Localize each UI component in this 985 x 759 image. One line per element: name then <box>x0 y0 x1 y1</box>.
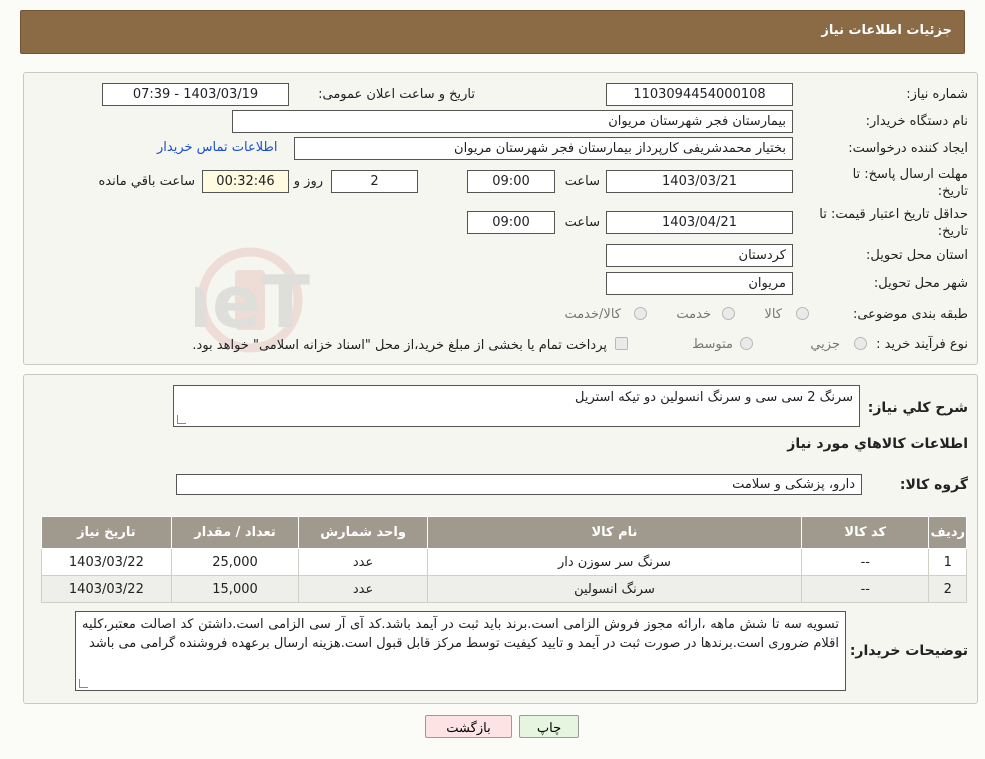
col-row-number: ردیف <box>928 516 967 549</box>
validity-time-label: ساعت <box>564 215 600 230</box>
table-row: 2 -- سرنگ انسولین عدد 15,000 1403/03/22 <box>41 575 967 603</box>
goods-section-title: اطلاعات کالاهاي مورد نیاز <box>787 436 968 452</box>
validity-date-field: 1403/04/21 <box>606 211 793 234</box>
cell-quantity: 25,000 <box>170 548 300 576</box>
cell-row-number: 2 <box>928 575 967 603</box>
category-option-service: خدمت <box>676 307 711 322</box>
cell-item-name: سرنگ سر سوزن دار <box>426 548 803 576</box>
col-quantity: تعداد / مقدار <box>170 516 300 549</box>
col-item-name: نام کالا <box>426 516 803 549</box>
province-field: کردستان <box>606 244 793 267</box>
page-title: جزئیات اطلاعات نیاز <box>821 23 952 38</box>
cell-item-code: -- <box>801 575 930 603</box>
col-unit: واحد شمارش <box>298 516 428 549</box>
deadline-label: مهلت ارسال پاسخ: تا تاریخ: <box>852 167 968 199</box>
buyer-notes-label: توضیحات خریدار: <box>849 643 968 659</box>
remaining-label: ساعت باقي مانده <box>98 174 195 189</box>
buyer-notes-text: تسویه سه تا شش ماهه ،ارائه مجوز فروش الز… <box>82 617 839 651</box>
buyer-notes-field[interactable]: تسویه سه تا شش ماهه ،ارائه مجوز فروش الز… <box>75 611 846 691</box>
process-note: پرداخت تمام یا بخشی از مبلغ خرید،از محل … <box>192 338 607 353</box>
col-item-code: کد کالا <box>801 516 930 549</box>
resize-handle-icon[interactable] <box>177 415 186 424</box>
buyer-org-field: بیمارستان فجر شهرستان مریوان <box>232 110 793 133</box>
process-option-medium: متوسط <box>692 337 733 352</box>
need-number-field: 1103094454000108 <box>606 83 793 106</box>
process-option-minor: جزیي <box>810 337 840 352</box>
table-header-row: ردیف کد کالا نام کالا واحد شمارش تعداد /… <box>41 516 967 549</box>
description-text: سرنگ 2 سی سی و سرنگ انسولین دو تیکه استر… <box>575 390 853 405</box>
description-label: شرح کلي نیاز: <box>867 400 968 416</box>
cell-quantity: 15,000 <box>170 575 300 603</box>
validity-time-field: 09:00 <box>467 211 555 234</box>
treasury-checkbox[interactable] <box>615 337 628 350</box>
requester-label: ایجاد کننده درخواست: <box>848 141 968 156</box>
category-radio-service[interactable] <box>722 307 735 320</box>
deadline-time-field: 09:00 <box>467 170 555 193</box>
resize-handle-icon[interactable] <box>79 679 88 688</box>
description-field[interactable]: سرنگ 2 سی سی و سرنگ انسولین دو تیکه استر… <box>173 385 860 427</box>
cell-unit: عدد <box>298 575 428 603</box>
announce-field: 1403/03/19 - 07:39 <box>102 83 289 106</box>
city-field: مریوان <box>606 272 793 295</box>
validity-label: حداقل تاریخ اعتبار قیمت: تا تاریخ: <box>819 207 968 239</box>
days-field: 2 <box>331 170 418 193</box>
category-option-goods: کالا <box>764 307 782 322</box>
cell-row-number: 1 <box>928 548 967 576</box>
deadline-date-field: 1403/03/21 <box>606 170 793 193</box>
requester-field: بختیار محمدشریفی کارپرداز بیمارستان فجر … <box>294 137 793 160</box>
city-label: شهر محل تحویل: <box>873 276 968 291</box>
days-label: روز و <box>293 174 323 189</box>
province-label: استان محل تحویل: <box>866 248 968 263</box>
process-radio-minor[interactable] <box>854 337 867 350</box>
need-number-label: شماره نیاز: <box>906 87 968 102</box>
category-label: طبقه بندی موضوعی: <box>852 307 968 322</box>
cell-item-name: سرنگ انسولین <box>426 575 803 603</box>
buyer-contact-link[interactable]: اطلاعات تماس خریدار <box>157 140 277 155</box>
items-table: ردیف کد کالا نام کالا واحد شمارش تعداد /… <box>41 516 967 603</box>
process-radio-medium[interactable] <box>740 337 753 350</box>
deadline-time-label: ساعت <box>564 174 600 189</box>
goods-group-label: گروه کالا: <box>899 477 968 493</box>
process-label: نوع فرآیند خرید : <box>876 337 968 352</box>
remaining-time-field: 00:32:46 <box>202 170 289 193</box>
cell-need-date: 1403/03/22 <box>41 548 172 576</box>
buyer-org-label: نام دستگاه خریدار: <box>865 114 968 129</box>
cell-item-code: -- <box>801 548 930 576</box>
cell-unit: عدد <box>298 548 428 576</box>
category-radio-goods-service[interactable] <box>634 307 647 320</box>
col-need-date: تاریخ نیاز <box>41 516 172 549</box>
print-button[interactable]: چاپ <box>519 715 579 738</box>
table-row: 1 -- سرنگ سر سوزن دار عدد 25,000 1403/03… <box>41 548 967 576</box>
announce-label: تاریخ و ساعت اعلان عمومی: <box>318 87 475 102</box>
category-radio-goods[interactable] <box>796 307 809 320</box>
goods-group-field: دارو، پزشکی و سلامت <box>176 474 862 495</box>
cell-need-date: 1403/03/22 <box>41 575 172 603</box>
category-option-goods-service: کالا/خدمت <box>564 307 621 322</box>
back-button[interactable]: بازگشت <box>425 715 512 738</box>
page-header: جزئیات اطلاعات نیاز <box>20 10 965 54</box>
